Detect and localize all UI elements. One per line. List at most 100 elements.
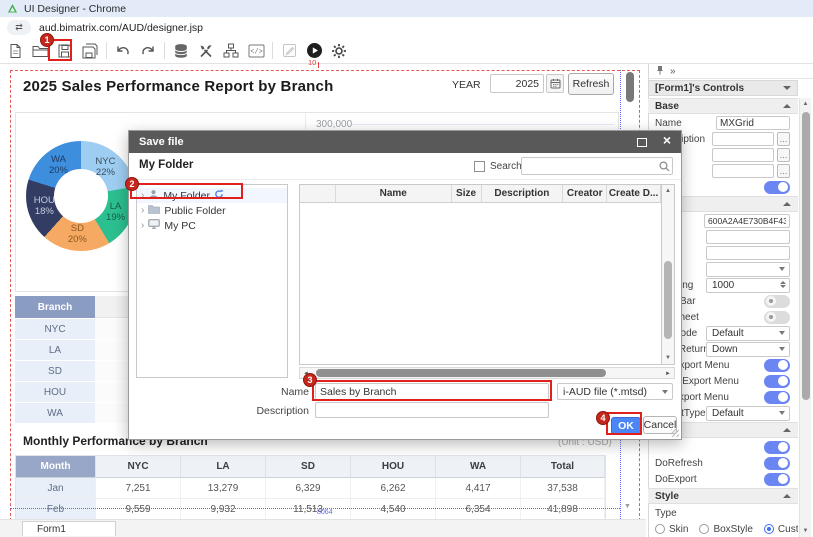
- resize-grip[interactable]: [671, 429, 679, 437]
- radio-circle[interactable]: [699, 524, 709, 534]
- select-exporttype[interactable]: Default: [706, 406, 790, 421]
- toggle-excel-export-menu[interactable]: [764, 375, 790, 388]
- pin-icon[interactable]: [656, 65, 664, 78]
- radio-custom[interactable]: Custom: [764, 524, 798, 535]
- file-name-input[interactable]: [315, 383, 549, 400]
- hierarchy-button[interactable]: [222, 42, 240, 60]
- panel-section-style[interactable]: Style: [648, 488, 798, 504]
- toggle-dorefresh[interactable]: [764, 457, 790, 470]
- undo-button[interactable]: [114, 42, 132, 60]
- ellipsis-button[interactable]: …: [777, 164, 790, 178]
- panel-input-property[interactable]: [712, 164, 774, 178]
- form-tab[interactable]: Form1: [22, 521, 116, 536]
- spinner-scrolling[interactable]: 1000: [706, 278, 790, 293]
- toggle-property[interactable]: [764, 441, 790, 454]
- file-list-col-select[interactable]: [300, 185, 336, 203]
- select-enterreturn[interactable]: Down: [706, 342, 790, 357]
- site-info-icon[interactable]: ⇄: [7, 20, 31, 35]
- file-list-hscrollbar[interactable]: ◄ ►: [299, 367, 675, 379]
- search-all-checkbox[interactable]: [474, 161, 485, 172]
- expand-caret-icon[interactable]: ›: [141, 190, 144, 201]
- file-list-col-Description[interactable]: Description: [482, 185, 564, 203]
- new-document-button[interactable]: [6, 42, 24, 60]
- tools-button[interactable]: [197, 42, 215, 60]
- expand-caret-icon[interactable]: ›: [141, 220, 144, 231]
- toggle-scrollbar[interactable]: [764, 295, 790, 308]
- spinner-arrows[interactable]: [780, 281, 786, 288]
- radio-skin[interactable]: Skin: [655, 524, 688, 535]
- dialog-titlebar[interactable]: Save file ×: [129, 131, 681, 153]
- collapse-panel-button[interactable]: »: [670, 66, 676, 77]
- scroll-down-icon[interactable]: ▼: [800, 525, 811, 537]
- canvas-scroll-down-icon[interactable]: ▼: [624, 503, 631, 510]
- panel-input-property[interactable]: [712, 148, 774, 162]
- description-input[interactable]: [315, 402, 549, 418]
- spinner-down-icon[interactable]: [780, 285, 786, 288]
- radio-boxstyle[interactable]: BoxStyle: [699, 524, 752, 535]
- maximize-icon[interactable]: [637, 138, 647, 147]
- hscrollbar-thumb[interactable]: [316, 369, 606, 377]
- refresh-button[interactable]: Refresh: [568, 73, 614, 95]
- toggle-useexport-menu[interactable]: [764, 359, 790, 372]
- file-list-col-Create D...[interactable]: Create D...: [607, 185, 661, 203]
- spinner-up-icon[interactable]: [780, 281, 786, 284]
- select-editmode[interactable]: Default: [706, 326, 790, 341]
- scroll-up-icon[interactable]: ▲: [800, 98, 811, 110]
- vscrollbar-thumb[interactable]: [664, 261, 672, 339]
- refresh-icon[interactable]: [214, 189, 224, 202]
- tree-item-my-pc[interactable]: ›My PC: [137, 218, 287, 233]
- panel-input-property[interactable]: [706, 246, 790, 260]
- file-list-col-Name[interactable]: Name: [336, 185, 452, 203]
- database-button[interactable]: [172, 42, 190, 60]
- calendar-icon[interactable]: [546, 74, 564, 93]
- panel-section-base[interactable]: Base: [648, 98, 798, 114]
- branch-name-cell: SD: [15, 361, 95, 381]
- code-view-button[interactable]: </>: [247, 42, 265, 60]
- browser-url-bar[interactable]: ⇄ aud.bimatrix.com/AUD/designer.jsp: [0, 17, 813, 39]
- select-property[interactable]: [706, 262, 790, 277]
- file-list-col-Creator[interactable]: Creator: [563, 185, 607, 203]
- radio-circle[interactable]: [764, 524, 774, 534]
- radio-circle[interactable]: [655, 524, 665, 534]
- panel-input-name[interactable]: [716, 116, 790, 130]
- save-button[interactable]: [56, 42, 74, 60]
- tree-item-my-folder[interactable]: › My Folder: [137, 188, 287, 203]
- scroll-down-icon[interactable]: ▼: [662, 352, 674, 364]
- scroll-right-icon[interactable]: ►: [665, 369, 671, 379]
- description-label: Description: [229, 405, 309, 417]
- search-icon[interactable]: [659, 161, 670, 175]
- panel-header[interactable]: [Form1]'s Controls: [648, 80, 798, 96]
- toggle-property[interactable]: [764, 181, 790, 194]
- panel-input-property[interactable]: [706, 230, 790, 244]
- tree-item-label: My Folder: [163, 190, 210, 202]
- expand-caret-icon[interactable]: ›: [141, 205, 144, 216]
- scroll-up-icon[interactable]: ▲: [662, 185, 674, 197]
- ellipsis-button[interactable]: …: [777, 132, 790, 146]
- donut-label-name: HOU: [34, 195, 55, 206]
- toggle-csvexport-menu[interactable]: [764, 391, 790, 404]
- tree-item-public-folder[interactable]: ›Public Folder: [137, 203, 287, 218]
- close-icon[interactable]: ×: [663, 132, 671, 148]
- ok-button[interactable]: OK: [611, 417, 641, 435]
- panel-input-description[interactable]: [712, 132, 774, 146]
- toggle-knob: [778, 360, 788, 370]
- canvas-scrollbar-thumb[interactable]: [626, 72, 634, 102]
- panel-input-property[interactable]: [704, 214, 790, 228]
- url-text[interactable]: aud.bimatrix.com/AUD/designer.jsp: [39, 22, 203, 34]
- search-input[interactable]: [521, 157, 673, 175]
- year-input[interactable]: [490, 74, 544, 93]
- toggle-knob: [778, 474, 788, 484]
- file-list-vscrollbar[interactable]: ▲ ▼: [661, 184, 675, 365]
- run-button[interactable]: [305, 42, 323, 60]
- redo-button[interactable]: [139, 42, 157, 60]
- ellipsis-button[interactable]: …: [777, 148, 790, 162]
- panel-scrollbar[interactable]: ▲ ▼: [799, 98, 811, 537]
- settings-gear-icon[interactable]: [330, 42, 348, 60]
- edit-button[interactable]: [280, 42, 298, 60]
- toggle-doexport[interactable]: [764, 473, 790, 486]
- panel-scrollbar-thumb[interactable]: [802, 112, 810, 400]
- save-all-button[interactable]: [81, 42, 99, 60]
- toggle-usesheet[interactable]: [764, 311, 790, 324]
- file-list-col-Size[interactable]: Size: [452, 185, 482, 203]
- file-type-select[interactable]: i-AUD file (*.mtsd): [557, 383, 673, 400]
